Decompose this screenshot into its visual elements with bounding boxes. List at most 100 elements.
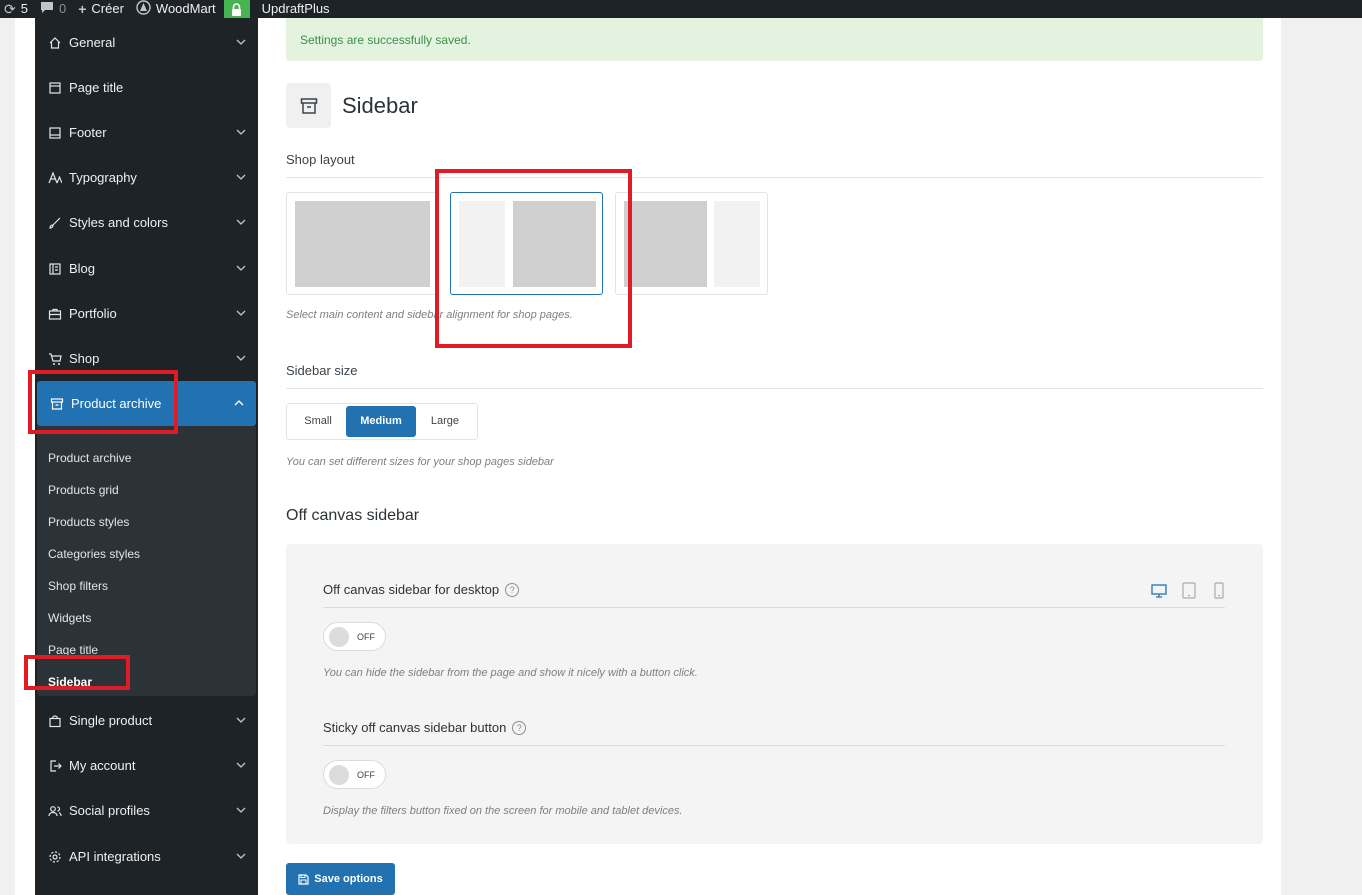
sidebar-item-label: Blog xyxy=(69,261,96,276)
mobile-icon[interactable] xyxy=(1211,582,1227,599)
cart-icon xyxy=(48,352,62,366)
divider xyxy=(323,745,1225,746)
chevron-down-icon xyxy=(236,219,246,225)
login-icon xyxy=(48,759,62,773)
theme-link[interactable]: WoodMart xyxy=(132,0,224,18)
comment-icon xyxy=(40,0,54,18)
sidebar-item-footer[interactable]: Footer xyxy=(35,110,258,155)
create-link[interactable]: + Créer xyxy=(74,0,132,18)
sidebar-item-typography[interactable]: Typography xyxy=(35,155,258,200)
tablet-icon[interactable] xyxy=(1181,582,1197,599)
sidebar-item-styles-and-colors[interactable]: Styles and colors xyxy=(35,200,258,245)
off-canvas-desktop-label-text: Off canvas sidebar for desktop xyxy=(323,582,500,597)
sidebar-item-page-title[interactable]: Page title xyxy=(35,65,258,110)
off-canvas-desktop-description: You can hide the sidebar from the page a… xyxy=(323,667,698,679)
size-large-button[interactable]: Large xyxy=(416,406,474,437)
sidebar-item-api-integrations[interactable]: API integrations xyxy=(35,834,258,879)
blog-icon xyxy=(48,262,62,276)
shop-layout-label: Shop layout xyxy=(286,152,355,167)
desktop-icon[interactable] xyxy=(1151,582,1167,599)
sidebar-item-my-account[interactable]: My account xyxy=(35,743,258,788)
refresh-icon: ⟳ xyxy=(4,1,16,17)
annotation-box-product-archive xyxy=(28,370,178,434)
admin-bar: ⟳ 5 0 + Créer WoodMart UpdraftPlus xyxy=(0,0,1362,18)
submenu-item-products-grid[interactable]: Products grid xyxy=(48,480,119,500)
submenu-item-products-styles[interactable]: Products styles xyxy=(48,512,129,532)
chevron-down-icon xyxy=(236,853,246,859)
submenu-item-shop-filters[interactable]: Shop filters xyxy=(48,576,108,596)
off-canvas-desktop-toggle[interactable]: OFF xyxy=(323,622,386,651)
page-title-icon xyxy=(48,81,62,95)
submenu-item-categories-styles[interactable]: Categories styles xyxy=(48,544,140,564)
chevron-down-icon xyxy=(236,355,246,361)
sidebar-size-label: Sidebar size xyxy=(286,363,358,378)
layout-sidebar-block xyxy=(714,201,760,287)
sidebar-item-general[interactable]: General xyxy=(35,20,258,65)
woodmart-logo-icon xyxy=(136,0,151,19)
archive-icon xyxy=(286,83,331,128)
sidebar-item-label: Typography xyxy=(69,170,137,185)
sidebar-item-label: Social profiles xyxy=(69,803,150,818)
sidebar-item-label: General xyxy=(69,35,116,50)
home-icon xyxy=(48,36,62,50)
sidebar-item-label: Single product xyxy=(69,713,153,728)
chevron-up-icon xyxy=(234,400,244,406)
plugin-label: UpdraftPlus xyxy=(261,1,330,16)
briefcase-icon xyxy=(48,307,62,321)
create-label: Créer xyxy=(91,1,124,16)
sidebar-item-single-product[interactable]: Single product xyxy=(35,698,258,743)
size-small-button[interactable]: Small xyxy=(290,406,346,437)
save-options-label: Save options xyxy=(314,873,383,885)
help-icon[interactable]: ? xyxy=(512,720,527,735)
chevron-down-icon xyxy=(236,39,246,45)
updates-link[interactable]: ⟳ 5 xyxy=(0,0,36,18)
gear-icon xyxy=(48,850,62,864)
chevron-down-icon xyxy=(236,807,246,813)
layout-content-block xyxy=(295,201,430,287)
sidebar-size-button-group: Small Medium Large xyxy=(286,403,478,440)
off-canvas-desktop-label: Off canvas sidebar for desktop ? xyxy=(323,582,520,597)
save-options-button[interactable]: Save options xyxy=(286,863,395,895)
typography-icon xyxy=(48,170,62,185)
plugin-link[interactable]: UpdraftPlus xyxy=(258,0,338,18)
options-sidebar: General Page title Footer Typography Sty… xyxy=(35,18,258,895)
sidebar-item-social-profiles[interactable]: Social profiles xyxy=(35,788,258,833)
divider xyxy=(286,388,1263,389)
toggle-knob xyxy=(329,764,349,785)
comments-link[interactable]: 0 xyxy=(36,0,74,18)
size-medium-button[interactable]: Medium xyxy=(346,406,416,437)
page-title: Sidebar xyxy=(342,93,418,118)
sidebar-item-portfolio[interactable]: Portfolio xyxy=(35,291,258,336)
toggle-state: OFF xyxy=(357,631,375,642)
chevron-down-icon xyxy=(236,129,246,135)
chevron-down-icon xyxy=(236,310,246,316)
sidebar-item-label: Footer xyxy=(69,125,107,140)
chevron-down-icon xyxy=(236,265,246,271)
help-icon[interactable]: ? xyxy=(505,582,520,597)
plus-icon: + xyxy=(78,1,87,17)
divider xyxy=(323,607,1225,608)
sidebar-item-label: Portfolio xyxy=(69,306,117,321)
sidebar-item-label: My account xyxy=(69,758,136,773)
submenu-item-widgets[interactable]: Widgets xyxy=(48,608,91,628)
brush-icon xyxy=(48,216,62,230)
chevron-down-icon xyxy=(236,717,246,723)
updates-count: 5 xyxy=(20,1,28,16)
chevron-down-icon xyxy=(236,174,246,180)
divider xyxy=(286,177,1263,178)
sidebar-item-label: Styles and colors xyxy=(69,215,168,230)
chevron-down-icon xyxy=(236,762,246,768)
comments-count: 0 xyxy=(58,1,67,16)
sidebar-item-label: API integrations xyxy=(69,849,161,864)
sidebar-item-blog[interactable]: Blog xyxy=(35,246,258,291)
success-notice: Settings are successfully saved. xyxy=(286,18,1263,61)
sticky-button-toggle[interactable]: OFF xyxy=(323,760,386,789)
toggle-state: OFF xyxy=(357,769,375,780)
layout-option-right-sidebar[interactable] xyxy=(615,192,768,295)
submenu-item-product-archive[interactable]: Product archive xyxy=(48,448,131,468)
layout-option-no-sidebar[interactable] xyxy=(286,192,439,295)
annotation-box-layout xyxy=(435,169,632,348)
theme-label: WoodMart xyxy=(155,1,216,16)
lock-icon[interactable] xyxy=(223,0,250,18)
annotation-box-sidebar xyxy=(24,655,130,690)
